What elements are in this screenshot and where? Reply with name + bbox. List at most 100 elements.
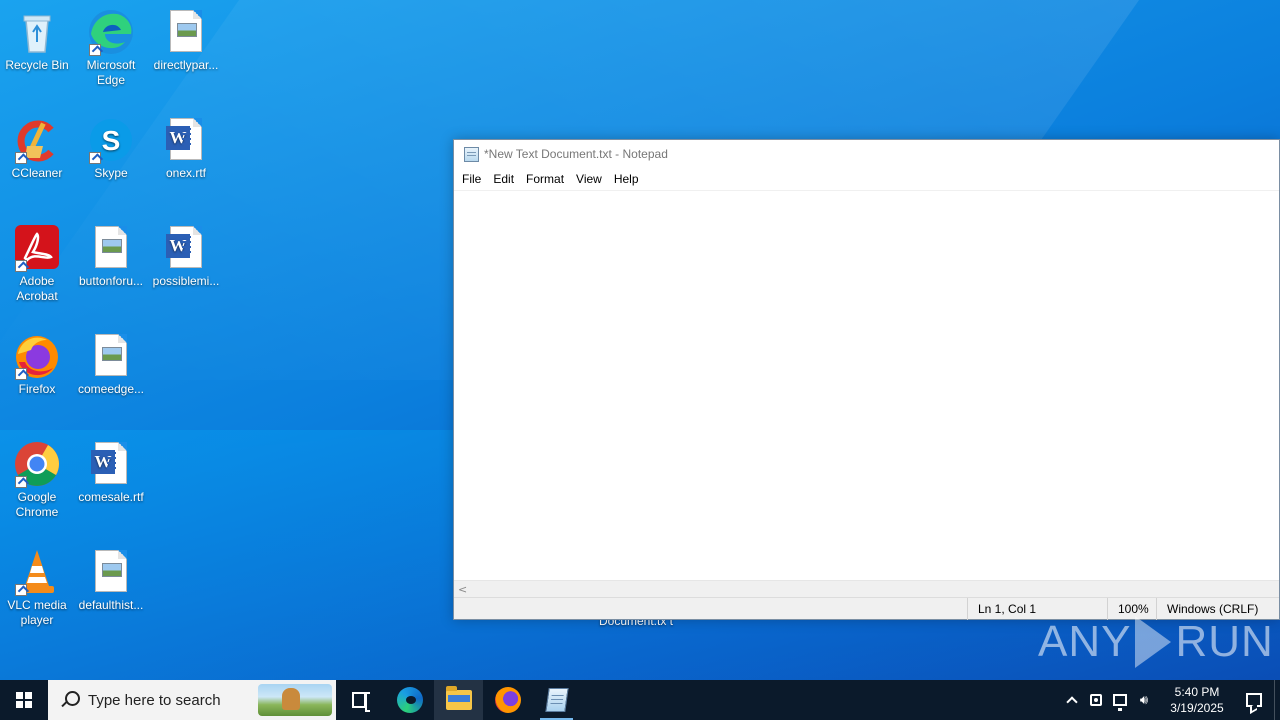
desktop-icon-label: buttonforu... bbox=[78, 274, 144, 288]
edge-icon bbox=[87, 8, 135, 56]
word-document-icon: W bbox=[162, 224, 210, 272]
desktop-icon-label: CCleaner bbox=[11, 166, 63, 180]
desktop-icon-directlypar[interactable]: directlypar... bbox=[148, 8, 224, 73]
desktop-icon-adobe-acrobat[interactable]: Adobe Acrobat bbox=[0, 224, 75, 304]
clock-time: 5:40 PM bbox=[1174, 685, 1220, 699]
network-button[interactable] bbox=[1108, 680, 1132, 720]
network-icon bbox=[1113, 694, 1127, 711]
desktop-icon-microsoft-edge[interactable]: Microsoft Edge bbox=[73, 8, 149, 88]
image-file-icon bbox=[162, 8, 210, 56]
word-document-icon: W bbox=[87, 440, 135, 488]
shortcut-arrow-icon bbox=[89, 152, 101, 164]
desktop-icon-label: Adobe Acrobat bbox=[16, 274, 58, 303]
play-icon bbox=[1135, 616, 1172, 668]
image-file-icon bbox=[87, 332, 135, 380]
shortcut-arrow-icon bbox=[89, 44, 101, 56]
desktop-icon-recycle-bin[interactable]: Recycle Bin bbox=[0, 8, 75, 73]
watermark-text-left: ANY bbox=[1038, 617, 1132, 666]
desktop-icon-label: Recycle Bin bbox=[5, 58, 69, 72]
text-editor-area[interactable] bbox=[454, 190, 1279, 580]
file-explorer-icon bbox=[445, 686, 472, 710]
show-desktop-button[interactable] bbox=[1274, 680, 1280, 720]
menu-file[interactable]: File bbox=[457, 168, 486, 190]
desktop-icon-onex-rtf[interactable]: W onex.rtf bbox=[148, 116, 224, 181]
search-placeholder: Type here to search bbox=[88, 691, 221, 709]
chrome-icon bbox=[13, 440, 61, 488]
desktop-icon-google-chrome[interactable]: Google Chrome bbox=[0, 440, 75, 520]
desktop-icon-defaulthist[interactable]: defaulthist... bbox=[73, 548, 149, 613]
menu-format[interactable]: Format bbox=[521, 168, 569, 190]
tray-app-button[interactable] bbox=[1084, 680, 1108, 720]
desktop-icon-label: comeedge... bbox=[77, 382, 145, 396]
start-button[interactable] bbox=[0, 680, 48, 720]
edge-icon bbox=[396, 687, 423, 713]
desktop-icon-label: Firefox bbox=[18, 382, 56, 396]
desktop-icon-ccleaner[interactable]: CCleaner bbox=[0, 116, 75, 181]
menu-help[interactable]: Help bbox=[609, 168, 644, 190]
taskbar-firefox-button[interactable] bbox=[483, 680, 532, 720]
shortcut-arrow-icon bbox=[15, 368, 27, 380]
tray-app-icon bbox=[1090, 694, 1102, 706]
search-highlight-illustration bbox=[258, 684, 332, 716]
desktop-icon-label: defaulthist... bbox=[78, 598, 144, 612]
desktop-icon-label: Microsoft Edge bbox=[86, 58, 136, 87]
shortcut-arrow-icon bbox=[15, 476, 27, 488]
search-icon bbox=[60, 690, 80, 710]
taskbar: Type here to search 🔊︎ 5:40 PM 3/19/2025 bbox=[0, 680, 1280, 720]
desktop-icon-comesale-rtf[interactable]: W comesale.rtf bbox=[73, 440, 149, 505]
firefox-icon bbox=[494, 687, 521, 713]
vlc-icon bbox=[13, 548, 61, 596]
desktop-icon-label: directlypar... bbox=[153, 58, 219, 72]
desktop-icon-label: possiblemi... bbox=[152, 274, 220, 288]
firefox-icon bbox=[13, 332, 61, 380]
desktop-icon-firefox[interactable]: Firefox bbox=[0, 332, 75, 397]
task-view-icon bbox=[351, 692, 370, 712]
horizontal-scrollbar[interactable]: < bbox=[454, 580, 1279, 597]
desktop-icon-buttonforu[interactable]: buttonforu... bbox=[73, 224, 149, 289]
desktop-icon-comeedge[interactable]: comeedge... bbox=[73, 332, 149, 397]
clock-date: 3/19/2025 bbox=[1170, 701, 1224, 715]
task-view-button[interactable] bbox=[336, 680, 385, 720]
taskbar-clock[interactable]: 5:40 PM 3/19/2025 bbox=[1160, 680, 1234, 720]
scroll-left-icon[interactable]: < bbox=[458, 583, 467, 596]
desktop-icon-label: comesale.rtf bbox=[78, 490, 144, 504]
notepad-window[interactable]: *New Text Document.txt - Notepad File Ed… bbox=[453, 139, 1280, 620]
volume-button[interactable]: 🔊︎ bbox=[1132, 680, 1156, 720]
system-tray: 🔊︎ 5:40 PM 3/19/2025 bbox=[1060, 680, 1280, 720]
notification-icon bbox=[1246, 693, 1262, 707]
desktop-icon-label: Google Chrome bbox=[15, 490, 59, 519]
shortcut-arrow-icon bbox=[15, 152, 27, 164]
acrobat-icon bbox=[13, 224, 61, 272]
image-file-icon bbox=[87, 548, 135, 596]
show-hidden-icons-button[interactable] bbox=[1060, 680, 1084, 720]
volume-icon: 🔊︎ bbox=[1139, 692, 1149, 708]
notepad-menubar: File Edit Format View Help bbox=[454, 168, 1279, 190]
taskbar-edge-button[interactable] bbox=[385, 680, 434, 720]
shortcut-arrow-icon bbox=[15, 584, 27, 596]
recycle-bin-icon bbox=[13, 8, 61, 56]
skype-icon: S bbox=[87, 116, 135, 164]
desktop-icon-label: Skype bbox=[94, 166, 128, 180]
action-center-button[interactable] bbox=[1234, 680, 1274, 720]
menu-edit[interactable]: Edit bbox=[488, 168, 519, 190]
windows-logo-icon bbox=[16, 692, 32, 708]
notepad-icon bbox=[464, 146, 479, 162]
taskbar-notepad-button[interactable] bbox=[532, 680, 581, 720]
desktop-icon-skype[interactable]: S Skype bbox=[73, 116, 149, 181]
window-title: *New Text Document.txt - Notepad bbox=[484, 147, 668, 161]
notepad-icon bbox=[544, 688, 569, 712]
menu-view[interactable]: View bbox=[571, 168, 607, 190]
shortcut-arrow-icon bbox=[15, 260, 27, 272]
image-file-icon bbox=[87, 224, 135, 272]
chevron-up-icon bbox=[1066, 696, 1078, 708]
svg-text:S: S bbox=[102, 125, 121, 156]
notepad-titlebar[interactable]: *New Text Document.txt - Notepad bbox=[454, 140, 1279, 168]
desktop-icon-vlc[interactable]: VLC media player bbox=[0, 548, 75, 628]
desktop-icon-possiblemi[interactable]: W possiblemi... bbox=[148, 224, 224, 289]
taskbar-file-explorer-button[interactable] bbox=[434, 680, 483, 720]
anyrun-watermark: ANY RUN bbox=[1038, 612, 1274, 672]
taskbar-search-box[interactable]: Type here to search bbox=[48, 680, 336, 720]
watermark-text-right: RUN bbox=[1175, 617, 1274, 666]
desktop-icon-label: onex.rtf bbox=[165, 166, 207, 180]
desktop-icon-label: VLC media player bbox=[7, 598, 67, 627]
